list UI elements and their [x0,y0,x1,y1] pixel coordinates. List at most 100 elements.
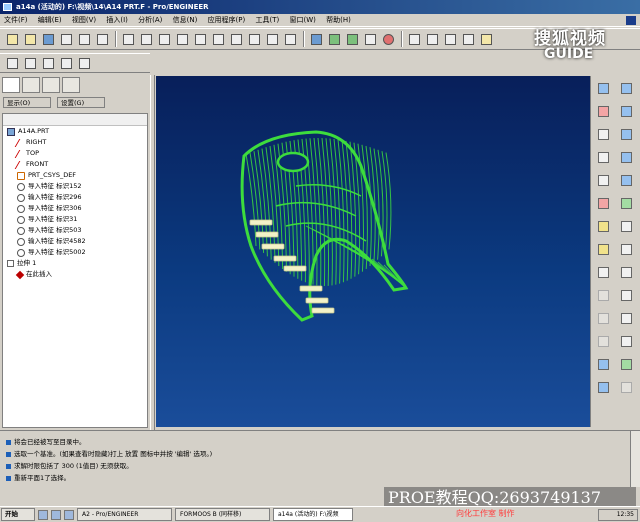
warp-icon[interactable] [618,379,634,395]
revolve-icon[interactable] [618,103,634,119]
tree-item[interactable]: 拉伸 1 [3,258,147,269]
merge-icon[interactable] [595,310,611,326]
select-arrow-icon[interactable] [120,31,136,47]
datum-planes-icon[interactable] [4,55,20,71]
csys-display-icon[interactable] [58,55,74,71]
start-button[interactable]: 开始 [1,508,35,521]
datum-points-icon[interactable] [40,55,56,71]
show-dropdown[interactable]: 显示(O) [3,97,51,108]
style-icon[interactable] [618,172,634,188]
tree-item[interactable]: A14A.PRT [3,126,147,137]
settings-dropdown[interactable]: 设置(G) [57,97,105,108]
wireframe-icon[interactable] [406,31,422,47]
datum-plane-icon[interactable] [595,103,611,119]
tree-item[interactable]: 导入特征 标识31 [3,214,147,225]
paste-special-icon[interactable] [228,31,244,47]
connections-tab[interactable] [62,77,80,93]
extrude-icon[interactable] [618,80,634,96]
folder-browser-tab[interactable] [22,77,40,93]
desktop-icon[interactable] [51,509,61,520]
tree-item[interactable]: PRT_CSYS_DEF [3,170,147,181]
find-icon[interactable] [264,31,280,47]
hidden-line-icon[interactable] [424,31,440,47]
datum-point-icon[interactable] [595,172,611,188]
tree-item[interactable]: 输入特征 标识4582 [3,236,147,247]
tree-item[interactable]: TOP [3,148,147,159]
cut-icon[interactable] [174,31,190,47]
intersect-icon[interactable] [595,356,611,372]
variable-sweep-icon[interactable] [618,126,634,142]
regenerate-icon[interactable] [246,31,262,47]
tree-item[interactable]: RIGHT [3,137,147,148]
chamfer-icon[interactable] [618,310,634,326]
tree-item[interactable]: 输入特征 标识296 [3,192,147,203]
shell-icon[interactable] [618,218,634,234]
csys-icon[interactable] [595,195,611,211]
copy-feature-icon[interactable] [618,356,634,372]
shaded-icon[interactable] [460,31,476,47]
print-icon[interactable] [58,31,74,47]
help-icon[interactable] [626,16,636,25]
graphics-window[interactable] [156,76,590,427]
boundary-blend-icon[interactable] [618,149,634,165]
datum-tools-icon[interactable] [595,264,611,280]
no-hidden-icon[interactable] [442,31,458,47]
favorites-tab[interactable] [42,77,60,93]
tree-item[interactable]: FRONT [3,159,147,170]
save-icon[interactable] [40,31,56,47]
menu-applications[interactable]: 应用程序(P) [204,14,250,26]
analysis-icon[interactable] [595,218,611,234]
menu-insert[interactable]: 插入(I) [102,14,132,26]
menu-view[interactable]: 视图(V) [68,14,100,26]
mirror-icon[interactable] [595,287,611,303]
panel-splitter[interactable] [150,75,155,430]
tree-item[interactable]: 在此插入 [3,269,147,280]
undo-icon[interactable] [138,31,154,47]
taskbar-item[interactable]: FORMOOS B (同样移) [175,508,270,521]
shading-icon[interactable] [380,31,396,47]
zoom-in-icon[interactable] [326,31,342,47]
menu-help[interactable]: 帮助(H) [322,14,355,26]
model-tree-tab[interactable] [2,77,20,93]
repaint-icon[interactable] [308,31,324,47]
menu-window[interactable]: 窗口(W) [285,14,319,26]
saved-views-icon[interactable] [478,31,494,47]
search-icon[interactable] [282,31,298,47]
new-file-icon[interactable] [4,31,20,47]
email-icon[interactable] [76,31,92,47]
open-file-icon[interactable] [22,31,38,47]
pattern-icon[interactable] [618,333,634,349]
trim-icon[interactable] [595,333,611,349]
spin-center-icon[interactable] [76,55,92,71]
sketcher-icon[interactable] [595,241,611,257]
send-icon[interactable] [94,31,110,47]
menu-analysis[interactable]: 分析(A) [134,14,166,26]
paste-icon[interactable] [210,31,226,47]
media-icon[interactable] [64,509,74,520]
menu-tools[interactable]: 工具(T) [251,14,283,26]
redo-icon[interactable] [156,31,172,47]
taskbar-item[interactable]: A2 - Pro/ENGINEER [77,508,172,521]
message-scrollbar[interactable] [630,431,640,487]
rib-icon[interactable] [618,241,634,257]
draft-icon[interactable] [618,264,634,280]
hole-icon[interactable] [618,195,634,211]
tree-item[interactable]: 导入特征 标识306 [3,203,147,214]
menu-info[interactable]: 信息(N) [169,14,202,26]
copy-icon[interactable] [192,31,208,47]
tree-item[interactable]: 导入特征 标识5002 [3,247,147,258]
datum-axes-icon[interactable] [22,55,38,71]
datum-curve-icon[interactable] [595,149,611,165]
taskbar-item-active[interactable]: a14a (活动的) F:\视频 [273,508,353,521]
datum-axis-icon[interactable] [595,126,611,142]
ie-icon[interactable] [38,509,48,520]
menu-edit[interactable]: 编辑(E) [34,14,66,26]
solidify-icon[interactable] [595,379,611,395]
refit-icon[interactable] [362,31,378,47]
menu-file[interactable]: 文件(F) [0,14,32,26]
round-icon[interactable] [618,287,634,303]
sketch-icon[interactable] [595,80,611,96]
model-tree[interactable]: A14A.PRT RIGHT TOP FRONT PRT_CSYS_DEF 导入特征 标识… [2,113,148,428]
tree-item[interactable]: 导入特征 标识503 [3,225,147,236]
zoom-out-icon[interactable] [344,31,360,47]
